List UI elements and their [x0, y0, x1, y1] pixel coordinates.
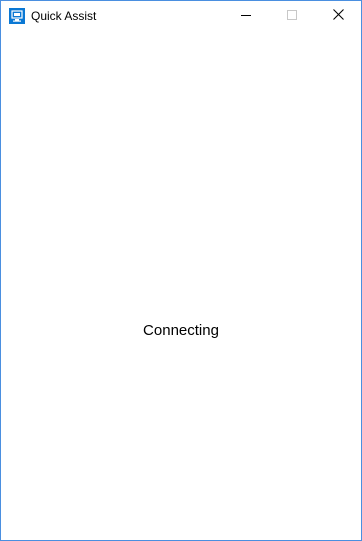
quick-assist-monitor-icon [9, 8, 25, 24]
minimize-icon [241, 7, 251, 25]
maximize-icon [287, 7, 297, 25]
maximize-button[interactable] [269, 1, 315, 31]
connection-status-text: Connecting [143, 322, 219, 339]
window-title: Quick Assist [31, 9, 97, 23]
quick-assist-window: Quick Assist Connecting [0, 0, 362, 541]
title-bar[interactable]: Quick Assist [1, 1, 361, 31]
main-content: Connecting [1, 31, 361, 540]
close-icon [332, 7, 344, 25]
close-button[interactable] [315, 1, 361, 31]
minimize-button[interactable] [223, 1, 269, 31]
